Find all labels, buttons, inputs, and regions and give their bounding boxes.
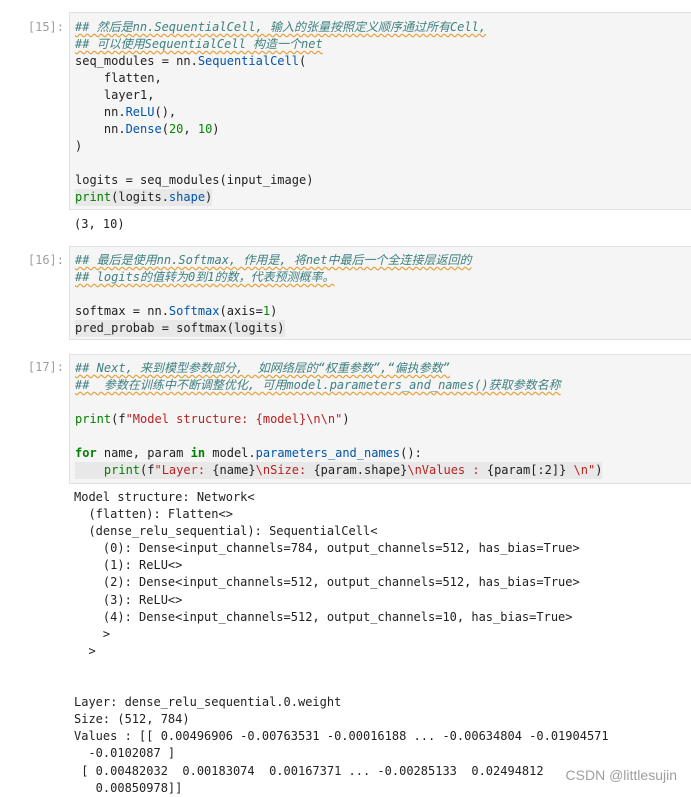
code-builtin: print (103, 463, 141, 477)
code-text: (): (400, 446, 422, 460)
code-text: {param[:2]} (486, 463, 567, 477)
cell-prompt: [17]: (27, 360, 64, 374)
code-text: (f (140, 463, 155, 477)
code-editor[interactable]: ## 然后是nn.SequentialCell, 输入的张量按照定义顺序通过所有… (69, 12, 691, 210)
code-text: ) (342, 412, 350, 426)
code-string: "Model structure: {model}\n\n" (125, 412, 343, 426)
cell-output: (3, 10) (74, 217, 125, 231)
code-func: parameters_and_names (255, 446, 401, 460)
code-string: "Layer: (154, 463, 213, 477)
code-text: softmax = nn. (75, 304, 169, 318)
code-text: layer1, (75, 88, 155, 102)
watermark: CSDN @littlesujin (565, 767, 677, 783)
code-text: ( (161, 122, 169, 136)
cell-prompt: [16]: (27, 253, 64, 267)
code-func: SequentialCell (197, 54, 299, 68)
code-builtin: print (75, 190, 112, 204)
code-text: ( (298, 54, 307, 68)
code-keyword: for (75, 446, 97, 460)
code-comment: ## 参数在训练中不断调整优化, 可用model.parameters_and_… (75, 378, 561, 392)
code-text: ) (270, 304, 278, 318)
code-text: ) (212, 122, 220, 136)
code-editor[interactable]: ## Next, 来到模型参数部分, 如网络层的“权重参数”,“偏执参数” ##… (69, 354, 691, 484)
code-text: nn. (75, 122, 126, 136)
code-text: name, param (96, 446, 191, 460)
code-comment: ## Next, 来到模型参数部分, 如网络层的“权重参数”,“偏执参数” (75, 361, 450, 375)
code-text: {name} (212, 463, 256, 477)
code-number: 10 (197, 122, 213, 136)
code-comment: ## 最后是使用nn.Softmax, 作用是, 将net中最后一个全连接层返回… (75, 253, 472, 267)
code-string: \n" (566, 463, 596, 477)
code-editor[interactable]: ## 最后是使用nn.Softmax, 作用是, 将net中最后一个全连接层返回… (69, 246, 691, 340)
code-string: \nValues : (407, 463, 487, 477)
code-builtin: print (75, 412, 112, 426)
code-text: {param.shape} (313, 463, 408, 477)
code-text: logits = seq_modules(input_image) (75, 173, 314, 187)
code-text: ) (595, 463, 603, 477)
code-attr: shape (168, 190, 206, 204)
code-text: flatten, (75, 71, 162, 85)
cell-output: Model structure: Network< (flatten): Fla… (74, 490, 609, 795)
code-func: ReLU (125, 105, 155, 119)
code-keyword: in (190, 446, 206, 460)
code-text: nn. (75, 105, 126, 119)
code-string: \nSize: (255, 463, 314, 477)
code-comment: ## logits的值转为0到1的数，代表预测概率。 (75, 270, 335, 284)
code-func: Softmax (168, 304, 220, 318)
code-text: ) (205, 190, 213, 204)
code-text: , (183, 122, 198, 136)
code-text: (axis= (219, 304, 263, 318)
code-text: (), (154, 105, 177, 119)
code-func: Dense (125, 122, 162, 136)
code-number: 20 (168, 122, 184, 136)
code-text: (logits. (111, 190, 169, 204)
code-comment: ## 可以使用SequentialCell 构造一个net (75, 37, 323, 51)
code-text: ) (75, 139, 83, 153)
code-text: (f (111, 412, 126, 426)
code-comment: ## 然后是nn.SequentialCell, 输入的张量按照定义顺序通过所有… (75, 20, 487, 34)
code-text: seq_modules = nn. (75, 54, 198, 68)
code-number: 1 (262, 304, 271, 318)
cell-prompt: [15]: (27, 20, 64, 34)
code-text: model. (205, 446, 256, 460)
code-text: pred_probab = softmax(logits) (75, 321, 285, 335)
